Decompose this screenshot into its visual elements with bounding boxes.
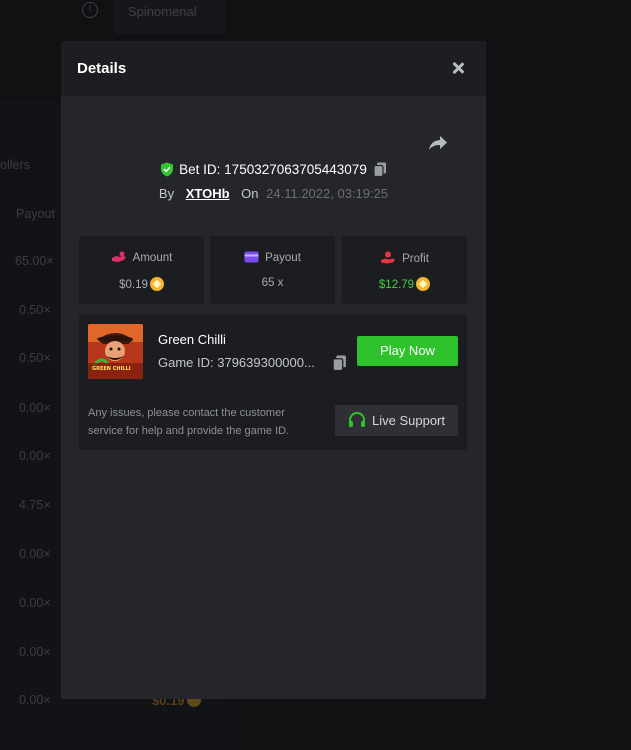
stat-payout-value: 65 x [261, 277, 284, 289]
bettor-line: By XTOHb On 24.11.2022, 03:19:25 [61, 186, 486, 201]
username-link[interactable]: XTOHb [186, 186, 230, 201]
bet-date: 24.11.2022, 03:19:25 [266, 186, 389, 201]
stat-profit-label: Profit [402, 253, 429, 265]
modal-header: Details [61, 41, 486, 96]
background-payout-row: 4.75× [19, 498, 51, 512]
live-support-button[interactable]: Live Support [335, 405, 458, 436]
bet-id: Bet ID: 1750327063705443079 [179, 162, 367, 177]
by-label: By [158, 186, 175, 201]
background-topbar: ! Spinomenal [0, 0, 631, 34]
game-name: Green Chilli [158, 332, 226, 347]
on-label: On [241, 186, 259, 201]
play-now-button[interactable]: Play Now [357, 336, 458, 366]
background-tab: Spinomenal [114, 0, 226, 34]
copy-game-id-icon[interactable] [332, 355, 347, 371]
info-icon: ! [82, 2, 98, 18]
share-icon[interactable] [427, 133, 449, 153]
stat-amount-value-row: $0.19 [79, 277, 204, 291]
close-icon[interactable] [447, 57, 469, 79]
stat-amount-value: $0.19 [119, 279, 148, 291]
live-support-label: Live Support [372, 413, 445, 428]
profit-hand-icon [381, 251, 396, 264]
background-column-header: Payout [16, 207, 55, 221]
game-art: GREEN CHILLI [88, 324, 143, 379]
background-payout-row: 0.00× [19, 547, 51, 561]
details-modal: Details Bet ID: 1750327063705443079 By X… [61, 41, 486, 699]
coin-icon [149, 277, 164, 291]
background-payout-row: 0.00× [19, 449, 51, 463]
background-payout-row: 0.50× [19, 303, 51, 317]
background-payout-row: 0.00× [19, 596, 51, 610]
support-info-text: Any issues, please contact the customer … [88, 407, 290, 437]
stat-payout: Payout 65 x [210, 236, 335, 304]
background-payout-row: 0.00× [19, 693, 51, 707]
stat-payout-label-row: Payout [210, 251, 335, 264]
stat-amount-label-row: Amount [79, 251, 204, 264]
background-payout-row: 0.00× [19, 645, 51, 659]
copy-bet-id-icon[interactable] [373, 162, 387, 177]
background-section-label: ollers [0, 158, 30, 172]
game-id: Game ID: 379639300000... [158, 355, 315, 370]
background-payout-row: 0.00× [19, 401, 51, 415]
coin-icon [416, 277, 431, 291]
stat-profit-label-row: Profit [342, 251, 467, 265]
stat-profit-value: $12.79 [378, 279, 415, 291]
game-thumbnail[interactable]: GREEN CHILLI [88, 324, 143, 379]
stat-payout-label: Payout [265, 252, 301, 264]
hand-coins-icon [111, 251, 126, 262]
bet-id-line: Bet ID: 1750327063705443079 [61, 162, 486, 177]
background-payout-row: 65.00× [15, 254, 54, 268]
background-payout-row: 0.50× [19, 351, 51, 365]
bet-stats: Amount $0.19 Payout 65 x Profit $12.79 [79, 236, 467, 304]
game-art-title: GREEN CHILLI [92, 366, 131, 372]
stat-profit: Profit $12.79 [342, 236, 467, 304]
stat-amount: Amount $0.19 [79, 236, 204, 304]
headset-icon [349, 412, 365, 427]
game-card: GREEN CHILLI Green Chilli Game ID: 37963… [79, 315, 467, 450]
stat-profit-value-row: $12.79 [342, 277, 467, 291]
modal-title: Details [77, 60, 127, 77]
stat-amount-label: Amount [132, 252, 173, 264]
wallet-card-icon [244, 251, 259, 263]
verified-shield-icon [161, 162, 174, 177]
background-tab-label: Spinomenal [128, 4, 197, 19]
